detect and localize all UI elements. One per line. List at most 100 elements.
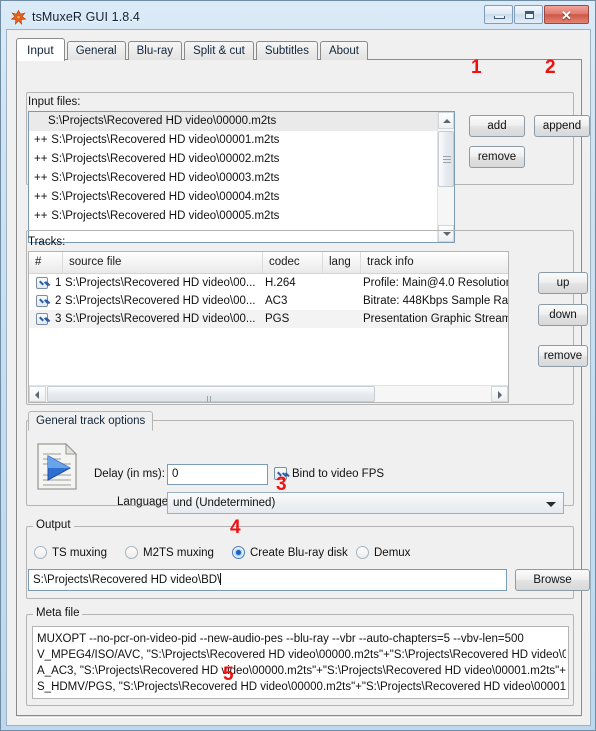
delay-value: 0	[172, 468, 179, 480]
delay-label: Delay (in ms):	[94, 468, 165, 480]
list-item-path: S:\Projects\Recovered HD video\00001.m2t…	[51, 134, 280, 146]
meta-file-line: V_MPEG4/ISO/AVC, "S:\Projects\Recovered …	[37, 649, 566, 661]
list-item-prefix: ++	[34, 134, 48, 146]
delay-input[interactable]: 0	[167, 464, 268, 485]
list-item[interactable]: ++ S:\Projects\Recovered HD video\00003.…	[29, 169, 437, 188]
column-header-lang[interactable]: lang	[323, 252, 361, 273]
close-icon: ✕	[561, 8, 572, 23]
language-value: und (Undetermined)	[173, 497, 276, 509]
column-header-number[interactable]: #	[29, 252, 63, 273]
title-bar: tsMuxeR GUI 1.8.4 ✕	[6, 5, 590, 29]
input-files-scrollbar[interactable]	[437, 112, 454, 242]
bind-to-video-fps-checkbox[interactable]: Bind to video FPS	[274, 467, 384, 480]
scrollbar-thumb[interactable]	[438, 131, 454, 187]
tracks-table-header: # source file codec lang track info	[29, 252, 508, 274]
tab-about[interactable]: About	[319, 41, 369, 60]
tab-subtitles[interactable]: Subtitles	[255, 41, 318, 60]
track-enabled-checkbox[interactable]	[36, 295, 48, 307]
meta-file-line: S_HDMV/PGS, "S:\Projects\Recovered HD vi…	[37, 681, 566, 693]
minimize-button[interactable]	[484, 5, 513, 24]
radio-ts-muxing-label: TS muxing	[52, 546, 107, 559]
tab-bar: Input General Blu-ray Split & cut Subtit…	[16, 38, 370, 61]
cell-lang	[325, 310, 361, 328]
language-select[interactable]: und (Undetermined)	[167, 492, 564, 514]
radio-m2ts-muxing-label: M2TS muxing	[143, 546, 214, 559]
tab-general-track-options[interactable]: General track options	[28, 411, 154, 431]
move-track-up-button[interactable]: up	[538, 272, 588, 294]
column-header-track-info[interactable]: track info	[361, 252, 508, 273]
meta-file-line: MUXOPT --no-pcr-on-video-pid --new-audio…	[37, 633, 524, 645]
browse-button[interactable]: Browse	[515, 569, 590, 591]
input-files-listbox[interactable]: S:\Projects\Recovered HD video\00000.m2t…	[28, 111, 455, 243]
output-path-input[interactable]: S:\Projects\Recovered HD video\BD\	[28, 569, 507, 591]
column-header-source-file[interactable]: source file	[63, 252, 263, 273]
annotation-1: 1	[471, 57, 482, 78]
tab-bluray[interactable]: Blu-ray	[127, 41, 183, 60]
radio-demux[interactable]: Demux	[356, 546, 410, 559]
grip-icon	[207, 391, 215, 402]
cell-source-file: S:\Projects\Recovered HD video\00...	[65, 313, 256, 325]
list-item[interactable]: ++ S:\Projects\Recovered HD video\00002.…	[29, 150, 437, 169]
append-button[interactable]: append	[534, 115, 590, 137]
tracks-table[interactable]: # source file codec lang track info 1 S:…	[28, 251, 509, 403]
radio-icon-selected	[232, 546, 245, 559]
list-item[interactable]: S:\Projects\Recovered HD video\00000.m2t…	[29, 112, 437, 131]
list-item-prefix: ++	[34, 191, 48, 203]
annotation-5: 5	[223, 664, 234, 685]
maximize-button[interactable]	[514, 5, 543, 24]
tab-bluray-label: Blu-ray	[136, 45, 174, 57]
tab-subtitles-label: Subtitles	[264, 45, 309, 57]
list-item[interactable]: ++ S:\Projects\Recovered HD video\00005.…	[29, 207, 437, 226]
scrollbar-thumb[interactable]	[47, 386, 375, 402]
remove-input-file-button[interactable]: remove	[469, 146, 525, 168]
table-row[interactable]: 3 S:\Projects\Recovered HD video\00... P…	[29, 310, 508, 328]
app-icon	[10, 9, 27, 26]
radio-m2ts-muxing[interactable]: M2TS muxing	[125, 546, 214, 559]
list-item-path: S:\Projects\Recovered HD video\00003.m2t…	[51, 172, 280, 184]
close-button[interactable]: ✕	[544, 5, 589, 24]
tab-general-track-options-label: General track options	[36, 415, 146, 427]
grip-icon	[443, 156, 451, 163]
radio-create-bluray-disk[interactable]: Create Blu-ray disk	[232, 546, 348, 559]
up-button-label: up	[556, 277, 570, 289]
tab-page-input: Input files: S:\Projects\Recovered HD vi…	[16, 59, 590, 718]
column-header-codec[interactable]: codec	[263, 252, 323, 273]
scroll-up-button[interactable]	[438, 112, 454, 129]
radio-create-bluray-disk-label: Create Blu-ray disk	[250, 546, 348, 559]
list-item-path: S:\Projects\Recovered HD video\00005.m2t…	[51, 210, 280, 222]
list-item-path: S:\Projects\Recovered HD video\00002.m2t…	[51, 153, 280, 165]
radio-ts-muxing[interactable]: TS muxing	[34, 546, 107, 559]
append-button-label: append	[542, 120, 582, 132]
meta-file-group-label: Meta file	[33, 607, 83, 619]
tab-general-label: General	[75, 45, 117, 57]
footer-divider	[17, 716, 581, 718]
tab-general[interactable]: General	[66, 41, 126, 60]
minimize-icon	[494, 16, 505, 19]
track-enabled-checkbox[interactable]	[36, 277, 48, 289]
tab-about-label: About	[328, 45, 360, 57]
cell-track-info: Bitrate: 448Kbps Sample Rate: 48	[363, 295, 509, 307]
tab-split-cut[interactable]: Split & cut	[184, 41, 254, 60]
meta-file-textarea[interactable]: MUXOPT --no-pcr-on-video-pid --new-audio…	[32, 626, 569, 699]
track-enabled-checkbox[interactable]	[36, 313, 48, 325]
list-item-path: S:\Projects\Recovered HD video\00000.m2t…	[48, 115, 277, 127]
cell-track-info: Presentation Graphic Stream #0 R	[363, 313, 509, 325]
scroll-left-button[interactable]	[29, 386, 46, 402]
remove-track-label: remove	[543, 350, 583, 362]
tracks-horizontal-scrollbar[interactable]	[29, 385, 508, 402]
annotation-4: 4	[230, 517, 241, 538]
annotation-2: 2	[545, 57, 556, 78]
cell-codec: PGS	[265, 313, 290, 325]
scroll-right-button[interactable]	[491, 386, 508, 402]
tab-input[interactable]: Input	[16, 38, 65, 61]
chevron-left-icon	[35, 391, 39, 399]
add-button[interactable]: add	[469, 115, 525, 137]
list-item[interactable]: ++ S:\Projects\Recovered HD video\00004.…	[29, 188, 437, 207]
tab-input-label: Input	[27, 43, 54, 57]
table-row[interactable]: 2 S:\Projects\Recovered HD video\00... A…	[29, 292, 508, 310]
list-item[interactable]: ++ S:\Projects\Recovered HD video\00001.…	[29, 131, 437, 150]
language-label: Language:	[117, 496, 172, 508]
table-row[interactable]: 1 S:\Projects\Recovered HD video\00... H…	[29, 274, 508, 292]
move-track-down-button[interactable]: down	[538, 304, 588, 326]
remove-track-button[interactable]: remove	[538, 345, 588, 367]
